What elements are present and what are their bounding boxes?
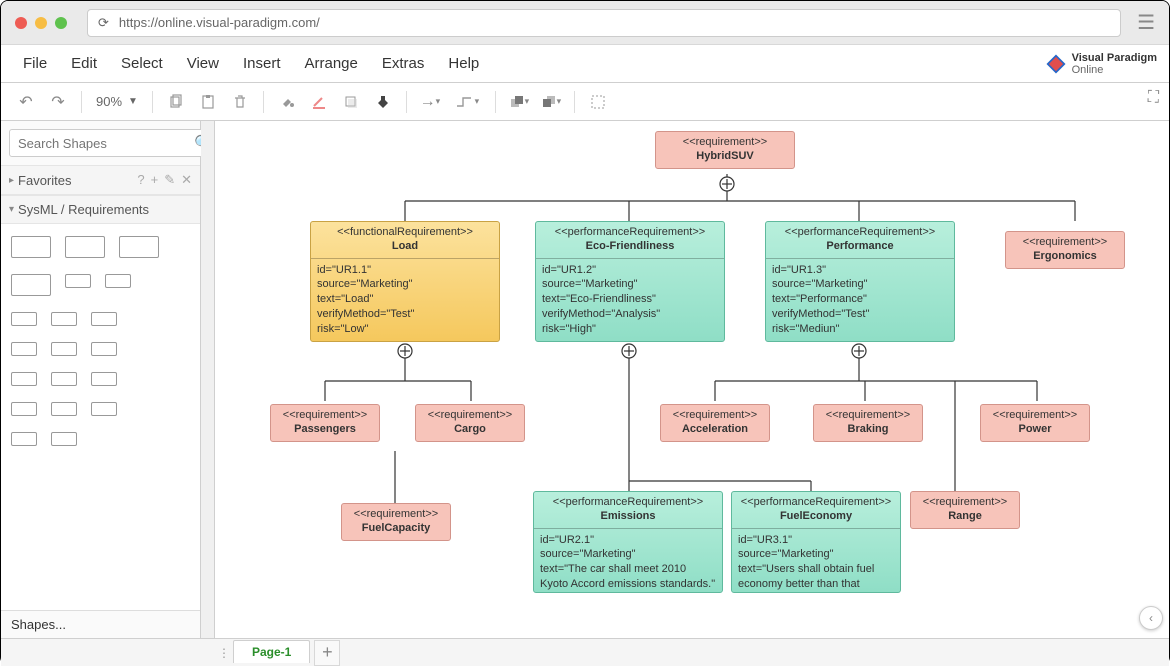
fullscreen-icon[interactable]: ⛶ — [1148, 89, 1159, 107]
undo-button[interactable]: ↶ — [11, 87, 41, 117]
url-text: https://online.visual-paradigm.com/ — [119, 15, 320, 30]
menu-extras[interactable]: Extras — [372, 51, 435, 76]
shape-item[interactable] — [51, 432, 77, 446]
shape-item[interactable] — [51, 402, 77, 416]
close-icon[interactable] — [15, 17, 27, 29]
minimize-icon[interactable] — [35, 17, 47, 29]
requirement-cargo[interactable]: <<requirement>>Cargo — [415, 404, 525, 442]
chevron-down-icon: ▾ — [9, 204, 14, 215]
select-region-button[interactable] — [583, 87, 613, 117]
shape-item[interactable] — [105, 274, 131, 288]
to-front-button[interactable]: ▾ — [504, 87, 534, 117]
requirement-fueleconomy[interactable]: <<performanceRequirement>>FuelEconomy id… — [731, 491, 901, 593]
requirement-power[interactable]: <<requirement>>Power — [980, 404, 1090, 442]
shape-item[interactable] — [11, 342, 37, 356]
menu-bar: File Edit Select View Insert Arrange Ext… — [1, 45, 1169, 83]
shape-item[interactable] — [11, 236, 51, 258]
requirement-emissions[interactable]: <<performanceRequirement>>Emissions id="… — [533, 491, 723, 593]
waypoint-button[interactable]: ▾ — [447, 87, 487, 117]
window-titlebar: ⟳ https://online.visual-paradigm.com/ ☰ — [1, 1, 1169, 45]
brand-logo[interactable]: Visual ParadigmOnline — [1046, 52, 1157, 76]
shape-item[interactable] — [119, 236, 159, 258]
menu-arrange[interactable]: Arrange — [295, 51, 368, 76]
collapse-panel-icon[interactable]: ‹ — [1139, 606, 1163, 630]
requirement-ergonomics[interactable]: <<requirement>>Ergonomics — [1005, 231, 1125, 269]
requirement-passengers[interactable]: <<requirement>>Passengers — [270, 404, 380, 442]
requirement-load[interactable]: <<functionalRequirement>>Load id="UR1.1"… — [310, 221, 500, 342]
requirement-hybridsuv[interactable]: <<requirement>>HybridSUV — [655, 131, 795, 169]
shape-item[interactable] — [91, 312, 117, 326]
zoom-dropdown[interactable]: 90% ▼ — [90, 94, 144, 109]
shape-item[interactable] — [51, 312, 77, 326]
add-icon[interactable]: + — [151, 172, 159, 188]
address-bar[interactable]: ⟳ https://online.visual-paradigm.com/ — [87, 9, 1121, 37]
shape-item[interactable] — [11, 274, 51, 296]
format-painter-button[interactable] — [368, 87, 398, 117]
help-icon[interactable]: ? — [137, 172, 144, 188]
shape-item[interactable] — [51, 342, 77, 356]
shape-item[interactable] — [11, 312, 37, 326]
requirement-fuelcapacity[interactable]: <<requirement>>FuelCapacity — [341, 503, 451, 541]
shape-item[interactable] — [91, 372, 117, 386]
shape-item[interactable] — [51, 372, 77, 386]
requirement-eco[interactable]: <<performanceRequirement>>Eco-Friendline… — [535, 221, 725, 342]
tab-page-1[interactable]: Page-1 — [233, 640, 310, 663]
shape-item[interactable] — [65, 236, 105, 258]
shape-item[interactable] — [11, 372, 37, 386]
window-controls — [15, 17, 67, 29]
search-shapes-input[interactable]: 🔍 — [9, 129, 222, 157]
requirement-range[interactable]: <<requirement>>Range — [910, 491, 1020, 529]
tab-options-icon[interactable]: ⋮ — [215, 646, 233, 660]
menu-help[interactable]: Help — [438, 51, 489, 76]
delete-button[interactable] — [225, 87, 255, 117]
menu-file[interactable]: File — [13, 51, 57, 76]
diagram-canvas[interactable]: <<requirement>>HybridSUV <<functionalReq… — [215, 121, 1169, 638]
redo-button[interactable]: ↷ — [43, 87, 73, 117]
requirement-braking[interactable]: <<requirement>>Braking — [813, 404, 923, 442]
connection-style-button[interactable]: → ▾ — [415, 87, 445, 117]
menu-edit[interactable]: Edit — [61, 51, 107, 76]
fill-color-button[interactable] — [272, 87, 302, 117]
vp-logo-icon — [1046, 54, 1066, 74]
add-page-button[interactable]: + — [314, 640, 340, 666]
shape-item[interactable] — [11, 402, 37, 416]
more-shapes-button[interactable]: Shapes... — [1, 610, 200, 638]
edit-icon[interactable]: ✎ — [164, 172, 175, 188]
reload-icon[interactable]: ⟳ — [98, 15, 109, 31]
favorites-section[interactable]: ▸ Favorites ? + ✎ ✕ — [1, 165, 200, 195]
search-input[interactable] — [18, 136, 194, 151]
browser-menu-icon[interactable]: ☰ — [1137, 10, 1155, 35]
copy-button[interactable] — [161, 87, 191, 117]
shape-item[interactable] — [11, 432, 37, 446]
menu-insert[interactable]: Insert — [233, 51, 291, 76]
sysml-section[interactable]: ▾ SysML / Requirements — [1, 195, 200, 224]
menu-select[interactable]: Select — [111, 51, 173, 76]
chevron-right-icon: ▸ — [9, 175, 14, 186]
requirement-acceleration[interactable]: <<requirement>>Acceleration — [660, 404, 770, 442]
requirement-performance[interactable]: <<performanceRequirement>>Performance id… — [765, 221, 955, 342]
sidebar-splitter[interactable] — [201, 121, 215, 638]
shape-item[interactable] — [91, 342, 117, 356]
line-color-button[interactable] — [304, 87, 334, 117]
sidebar: 🔍 ⋮ ▸ Favorites ? + ✎ ✕ ▾ SysML / Requir… — [1, 121, 201, 638]
to-back-button[interactable]: ▾ — [536, 87, 566, 117]
shadow-button[interactable] — [336, 87, 366, 117]
shape-item[interactable] — [91, 402, 117, 416]
page-tabs: ⋮ Page-1 + — [1, 638, 1169, 666]
shape-palette — [1, 224, 200, 610]
shape-item[interactable] — [65, 274, 91, 288]
close-icon[interactable]: ✕ — [181, 172, 192, 188]
menu-view[interactable]: View — [177, 51, 229, 76]
maximize-icon[interactable] — [55, 17, 67, 29]
toolbar: ↶ ↷ 90% ▼ → ▾ ▾ ▾ ▾ — [1, 83, 1169, 121]
paste-button[interactable] — [193, 87, 223, 117]
